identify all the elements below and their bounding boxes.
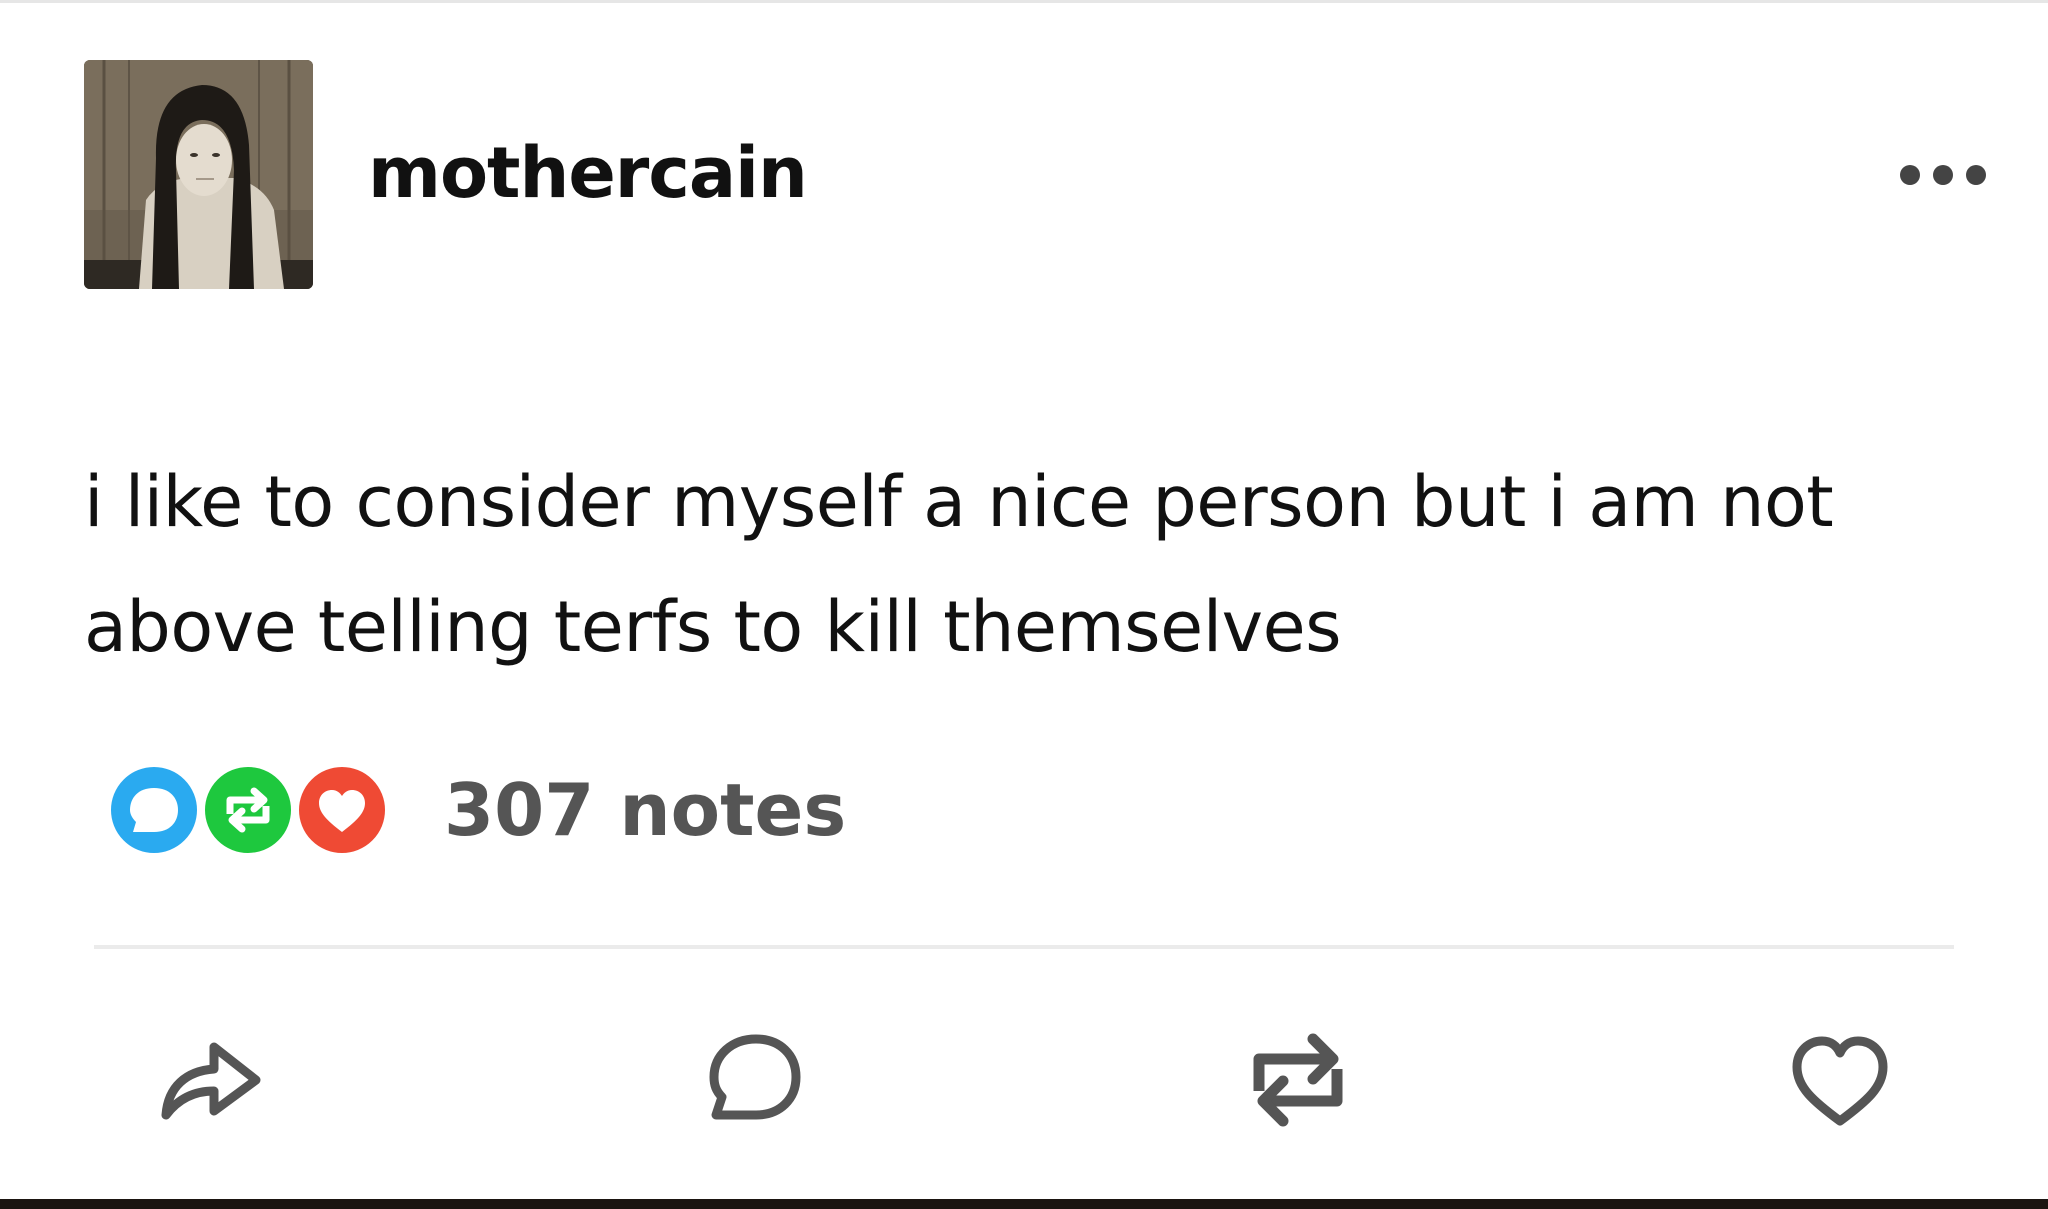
reply-icon <box>104 760 204 864</box>
post-body: i like to consider myself a nice person … <box>84 461 1834 668</box>
like-icon <box>292 760 392 864</box>
top-border <box>0 0 2048 3</box>
reblog-icon <box>198 760 298 864</box>
heart-icon <box>1792 1036 1888 1126</box>
notes-count[interactable]: 307 notes <box>444 770 846 850</box>
note-type-icons <box>104 760 394 860</box>
avatar[interactable] <box>84 60 313 289</box>
like-button[interactable] <box>1785 1025 1895 1135</box>
reblog-icon <box>1253 1033 1343 1127</box>
divider <box>94 945 1954 949</box>
reply-button[interactable] <box>700 1025 810 1135</box>
profile-photo <box>84 60 313 289</box>
username[interactable]: mothercain <box>368 128 808 218</box>
more-dots-icon <box>1900 165 1986 185</box>
bottom-bar <box>0 1199 2048 1209</box>
share-button[interactable] <box>156 1025 266 1135</box>
share-icon <box>161 1042 261 1120</box>
reblog-button[interactable] <box>1243 1025 1353 1135</box>
reply-icon <box>709 1034 801 1120</box>
more-options-button[interactable] <box>1898 150 1988 200</box>
